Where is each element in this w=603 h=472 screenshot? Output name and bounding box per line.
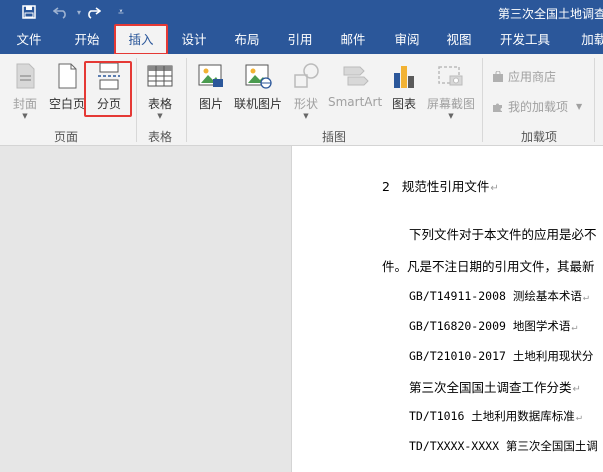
store-button[interactable]: 应用商店 [492, 68, 556, 85]
group-label-addins: 加载项 [521, 130, 558, 144]
blank-page-icon [52, 61, 82, 91]
group-label-pages: 页面 [54, 130, 79, 144]
chevron-down-icon: ▼ [157, 112, 163, 120]
screenshot-button[interactable]: 屏幕截图 ▼ [424, 58, 478, 120]
reference-item: TD/TXXXX-XXXX 第三次全国国土调 [409, 439, 598, 453]
document-page[interactable]: 2 规范性引用文件↵ 下列文件对于本文件的应用是必不 件。凡是不注日期的引用文件… [291, 146, 603, 472]
chevron-down-icon: ▼ [22, 112, 28, 120]
redo-icon[interactable] [84, 3, 102, 21]
chart-button[interactable]: 图表 [379, 58, 429, 120]
tab-references[interactable]: 引用 [278, 26, 322, 54]
cover-icon [10, 61, 40, 91]
group-label-tables: 表格 [148, 130, 173, 144]
tab-file[interactable]: 文件 [6, 26, 52, 54]
paragraph-line: 下列文件对于本文件的应用是必不 [409, 227, 597, 242]
paragraph-line: 件。凡是不注日期的引用文件，其最新 [382, 259, 595, 274]
tab-developer[interactable]: 开发工具 [494, 26, 556, 54]
smartart-icon [340, 61, 370, 91]
table-button[interactable]: 表格 ▼ [135, 58, 185, 120]
save-icon[interactable] [20, 3, 38, 21]
shapes-icon [291, 61, 321, 91]
chevron-down-icon: ▼ [303, 112, 309, 120]
tab-review[interactable]: 审阅 [384, 26, 430, 54]
picture-icon [196, 61, 226, 91]
insert-tab-highlight [114, 24, 168, 55]
reference-item: GB/T14911-2008 测绘基本术语↵ [409, 289, 589, 303]
online-picture-button[interactable]: 联机图片 [233, 58, 283, 120]
tab-layout[interactable]: 布局 [224, 26, 270, 54]
tab-home[interactable]: 开始 [64, 26, 110, 54]
store-icon [492, 70, 504, 83]
online-picture-icon [243, 61, 273, 91]
tab-design[interactable]: 设计 [172, 26, 216, 54]
page-break-highlight [84, 61, 132, 117]
reference-item: GB/T21010-2017 土地利用现状分 [409, 349, 594, 363]
picture-button[interactable]: 图片 [186, 58, 236, 120]
tab-addins[interactable]: 加载项 [570, 26, 603, 54]
reference-item: TD/T1016 土地利用数据库标准↵ [409, 409, 582, 423]
title-bar: ▾ ⩡ 第三次全国土地调查 [0, 0, 603, 26]
tab-mailings[interactable]: 邮件 [330, 26, 376, 54]
reference-item: GB/T16820-2009 地图学术语↵ [409, 319, 578, 333]
document-title: 第三次全国土地调查 [498, 7, 603, 21]
smartart-button[interactable]: SmartArt [328, 58, 382, 120]
tab-view[interactable]: 视图 [436, 26, 482, 54]
document-workspace: 2 规范性引用文件↵ 下列文件对于本文件的应用是必不 件。凡是不注日期的引用文件… [0, 146, 603, 472]
chevron-down-icon: ▼ [576, 102, 583, 111]
ribbon: 封面 ▼ 空白页 分页 页面 表格 ▼ 表格 图片 联机图片 形状 ▼ Smar… [0, 54, 603, 146]
undo-icon[interactable] [52, 3, 70, 21]
section-heading: 2 规范性引用文件↵ [382, 179, 499, 194]
my-addins-button[interactable]: 我的加载项 ▼ [492, 98, 582, 115]
table-icon [145, 61, 175, 91]
shapes-button[interactable]: 形状 ▼ [281, 58, 331, 120]
chart-icon [389, 61, 419, 91]
ribbon-tabs: 文件 开始 插入 设计 布局 引用 邮件 审阅 视图 开发工具 加载项 [0, 26, 603, 54]
chevron-down-icon: ▼ [448, 112, 454, 120]
puzzle-icon [492, 101, 504, 113]
group-label-illustrations: 插图 [322, 130, 347, 144]
customize-qat-icon[interactable]: ⩡ [112, 3, 130, 21]
screenshot-icon [436, 61, 466, 91]
reference-item: 第三次全国国土调查工作分类↵ [409, 380, 581, 395]
